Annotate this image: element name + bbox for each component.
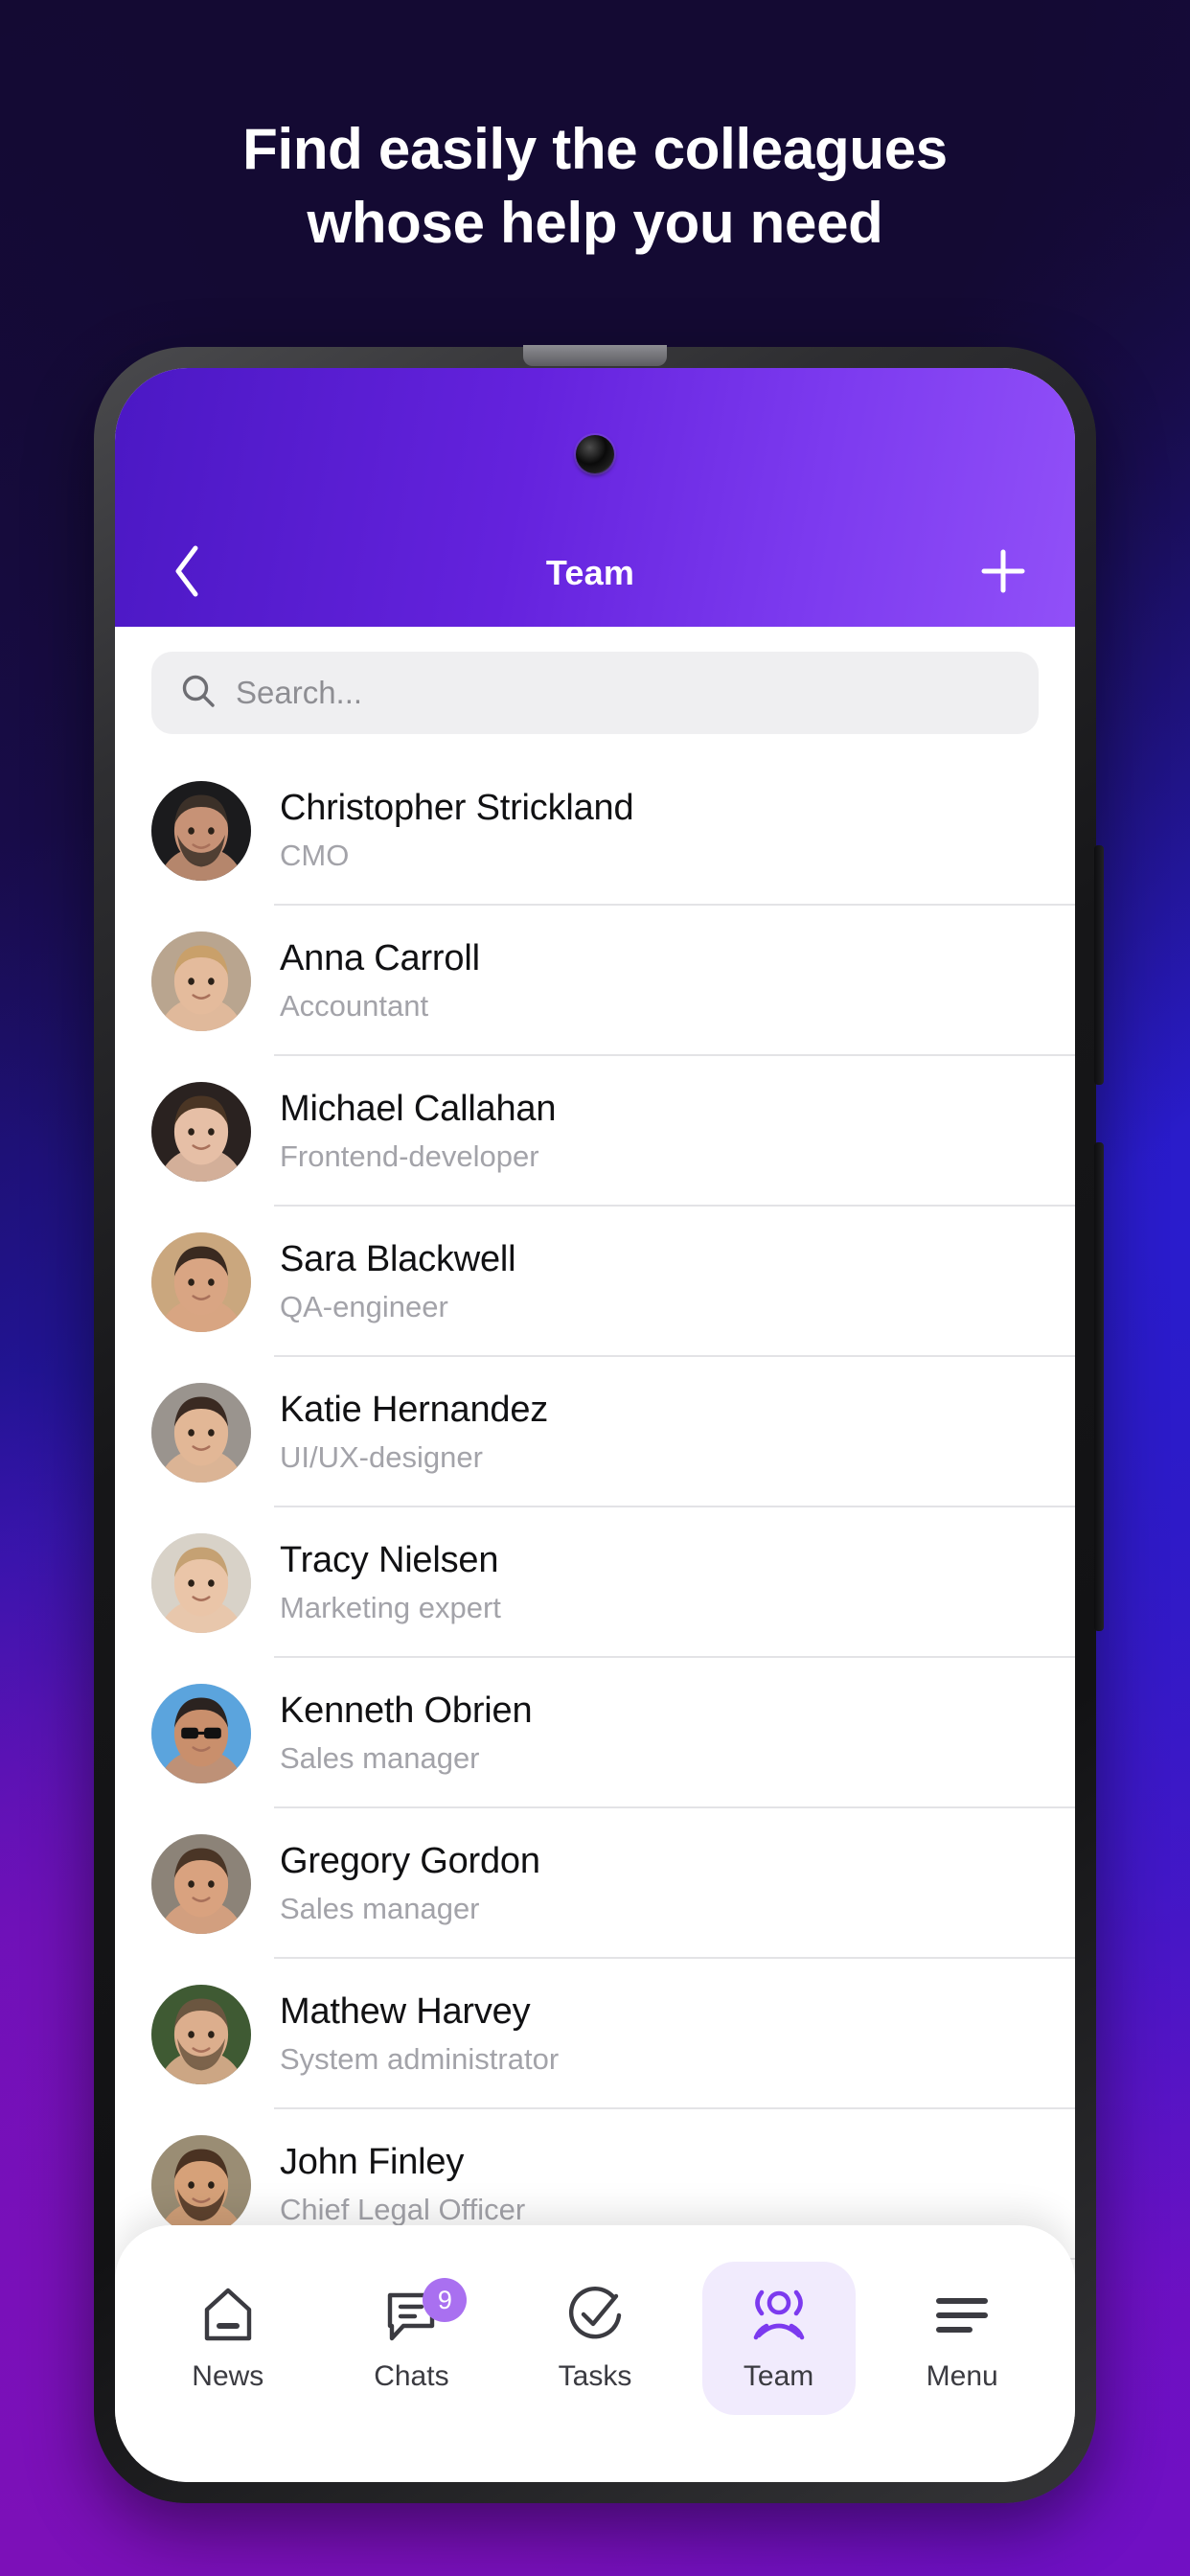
search-section: Search... — [115, 627, 1075, 755]
tab-news[interactable]: News — [151, 2262, 305, 2415]
contact-name: Christopher Strickland — [280, 788, 634, 828]
app-header: Team — [115, 368, 1075, 627]
list-item[interactable]: Anna Carroll Accountant — [115, 906, 1075, 1056]
tab-label: Menu — [926, 2360, 998, 2392]
list-item[interactable]: Katie Hernandez UI/UX-designer — [115, 1357, 1075, 1507]
page-title: Team — [545, 553, 635, 592]
tab-label: Team — [743, 2360, 814, 2392]
contact-text: John Finley Chief Legal Officer — [280, 2142, 525, 2227]
search-icon — [180, 673, 217, 714]
avatar — [151, 780, 251, 881]
avatar — [151, 1984, 251, 2084]
team-list[interactable]: Christopher Strickland CMO Anna Carroll … — [115, 755, 1075, 2260]
avatar — [151, 1081, 251, 1182]
tab-team[interactable]: Team — [701, 2262, 856, 2415]
add-member-button[interactable] — [972, 541, 1035, 605]
list-item[interactable]: Gregory Gordon Sales manager — [115, 1808, 1075, 1959]
list-item[interactable]: Christopher Strickland CMO — [115, 755, 1075, 906]
contact-role: UI/UX-designer — [280, 1440, 483, 1474]
check-circle-icon — [565, 2284, 625, 2347]
contact-name: Anna Carroll — [280, 938, 480, 978]
navigation-bar: Team — [115, 519, 1075, 627]
contact-name: Sara Blackwell — [280, 1239, 516, 1279]
tab-label: News — [192, 2360, 264, 2392]
avatar — [151, 931, 251, 1031]
contact-role: Sales manager — [280, 1892, 480, 1925]
avatar — [151, 1231, 251, 1332]
contact-name: Kenneth Obrien — [280, 1690, 533, 1731]
contact-text: Gregory Gordon Sales manager — [280, 1841, 540, 1926]
contact-role: Accountant — [280, 989, 429, 1023]
avatar — [151, 1532, 251, 1633]
contact-role: System administrator — [280, 2042, 560, 2076]
list-item[interactable]: Sara Blackwell QA-engineer — [115, 1207, 1075, 1357]
promo-headline: Find easily the colleagues whose help yo… — [242, 117, 948, 255]
tab-menu[interactable]: Menu — [885, 2262, 1039, 2415]
contact-role: Sales manager — [280, 1741, 480, 1775]
contact-name: Mathew Harvey — [280, 1991, 531, 2032]
list-item[interactable]: Michael Callahan Frontend-developer — [115, 1056, 1075, 1207]
bottom-tab-bar: News 9 Chats Tasks Team Menu — [115, 2225, 1075, 2482]
home-icon — [201, 2284, 255, 2347]
tab-chats[interactable]: 9 Chats — [334, 2262, 488, 2415]
avatar — [151, 1833, 251, 1934]
phone-screen: Team Search... Christopher Strickland CM… — [115, 368, 1075, 2482]
search-placeholder: Search... — [236, 675, 363, 710]
power-button[interactable] — [1094, 1142, 1104, 1631]
front-camera — [576, 435, 614, 473]
contact-name: John Finley — [280, 2142, 465, 2182]
search-input[interactable]: Search... — [151, 652, 1039, 734]
contact-text: Christopher Strickland CMO — [280, 788, 634, 873]
contact-name: Michael Callahan — [280, 1089, 557, 1129]
plus-icon — [977, 545, 1029, 602]
contact-role: Chief Legal Officer — [280, 2193, 526, 2226]
tab-label: Tasks — [558, 2360, 632, 2392]
contact-role: Marketing expert — [280, 1591, 501, 1624]
tab-tasks[interactable]: Tasks — [518, 2262, 672, 2415]
list-item[interactable]: Mathew Harvey System administrator — [115, 1959, 1075, 2109]
contact-role: CMO — [280, 839, 350, 872]
tab-label: Chats — [374, 2360, 449, 2392]
contact-text: Kenneth Obrien Sales manager — [280, 1690, 533, 1776]
phone-mockup: Team Search... Christopher Strickland CM… — [94, 347, 1104, 2503]
contact-role: Frontend-developer — [280, 1139, 539, 1173]
people-icon — [749, 2284, 809, 2347]
contact-text: Sara Blackwell QA-engineer — [280, 1239, 516, 1324]
contact-name: Tracy Nielsen — [280, 1540, 499, 1580]
avatar — [151, 1382, 251, 1483]
badge-count: 9 — [423, 2278, 468, 2322]
volume-button[interactable] — [1094, 845, 1104, 1085]
list-item[interactable]: Tracy Nielsen Marketing expert — [115, 1507, 1075, 1658]
chevron-left-icon — [171, 544, 203, 603]
contact-text: Anna Carroll Accountant — [280, 938, 480, 1024]
avatar — [151, 2134, 251, 2235]
contact-text: Tracy Nielsen Marketing expert — [280, 1540, 501, 1625]
hamburger-icon — [933, 2284, 991, 2347]
contact-role: QA-engineer — [280, 1290, 448, 1323]
contact-name: Katie Hernandez — [280, 1390, 549, 1430]
avatar — [151, 1683, 251, 1783]
contact-text: Michael Callahan Frontend-developer — [280, 1089, 556, 1174]
contact-text: Mathew Harvey System administrator — [280, 1991, 559, 2077]
chat-bubble-icon: 9 — [382, 2278, 468, 2347]
contact-name: Gregory Gordon — [280, 1841, 540, 1881]
list-item[interactable]: Kenneth Obrien Sales manager — [115, 1658, 1075, 1808]
contact-text: Katie Hernandez UI/UX-designer — [280, 1390, 548, 1475]
